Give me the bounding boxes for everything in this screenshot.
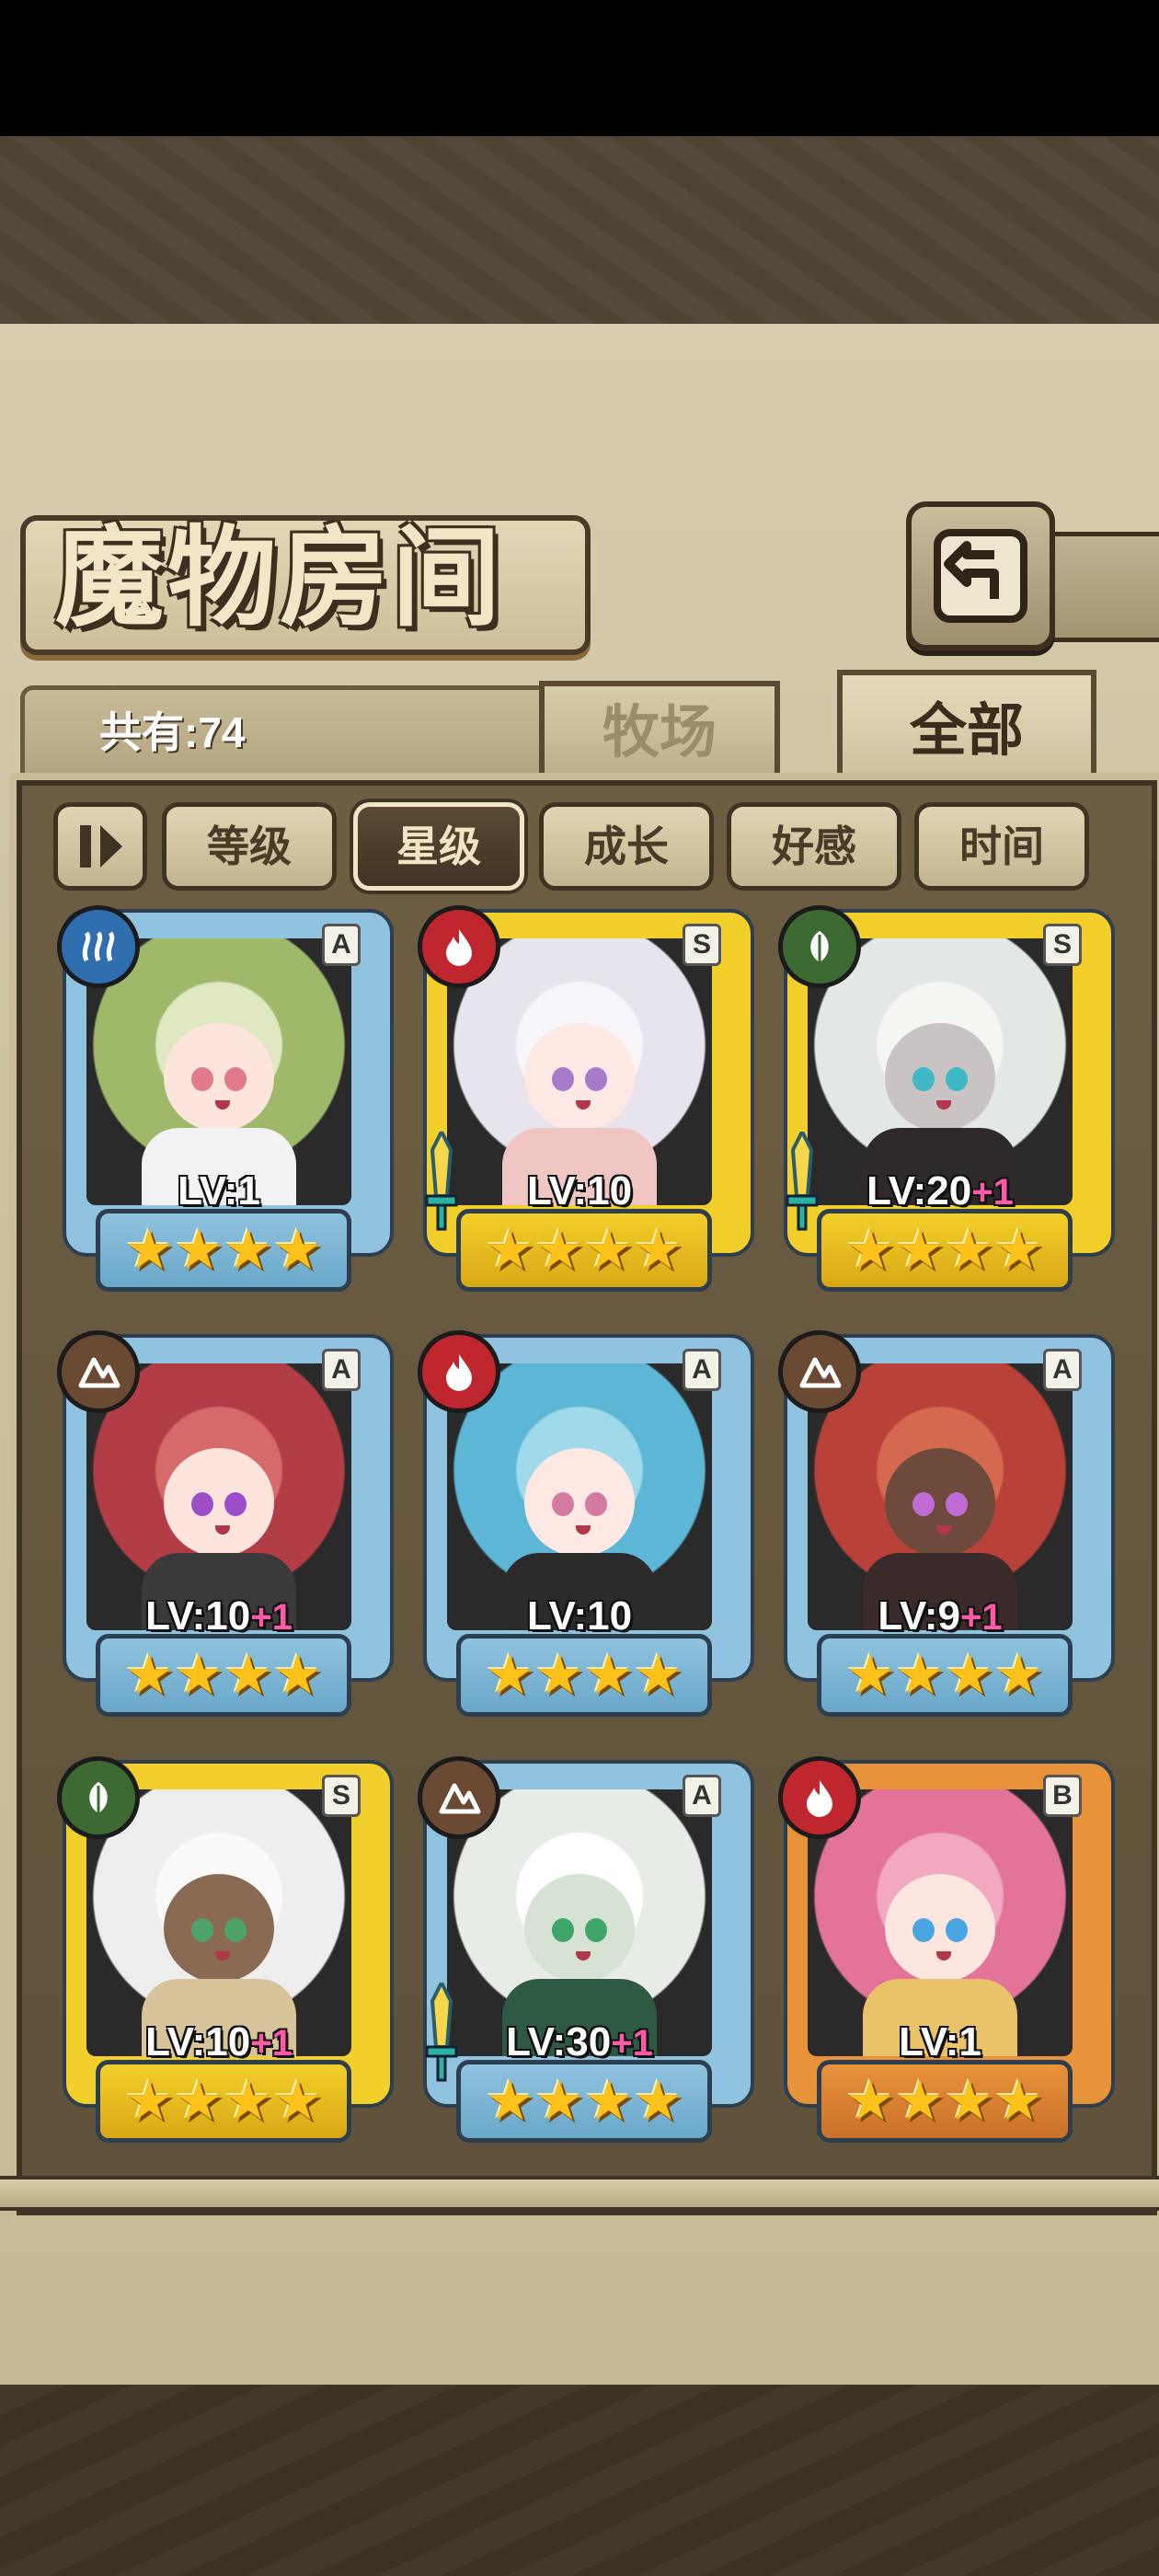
back-arrow-icon	[934, 529, 1027, 623]
rank-badge: A	[1043, 1349, 1082, 1391]
level-label: LV:10+1	[145, 1593, 293, 1639]
star-rating: ★★★★	[817, 1209, 1073, 1292]
fire-element-icon	[778, 1756, 861, 1839]
fire-element-icon	[418, 1330, 500, 1413]
rank-badge: S	[683, 924, 721, 966]
leaf-element-icon	[57, 1756, 140, 1839]
filter-affection[interactable]: 好感	[727, 802, 901, 891]
level-label: LV:30+1	[506, 2019, 653, 2064]
monster-card[interactable]: S LV:10 ★★★★	[414, 902, 751, 1297]
monster-card[interactable]: A LV:9+1 ★★★★	[775, 1327, 1111, 1722]
filter-growth[interactable]: 成长	[539, 802, 714, 891]
rank-badge: S	[322, 1775, 361, 1817]
water-element-icon	[57, 905, 140, 988]
earth-element-icon	[57, 1330, 140, 1413]
star-rating: ★★★★	[817, 1634, 1073, 1717]
star-rating: ★★★★	[96, 2060, 351, 2143]
leaf-element-icon	[778, 905, 861, 988]
rank-badge: A	[322, 924, 361, 966]
monster-portrait	[808, 1363, 1073, 1630]
level-label: LV:1	[178, 1168, 260, 1213]
star-rating: ★★★★	[96, 1209, 351, 1292]
star-rating: ★★★★	[456, 1634, 712, 1717]
rank-badge: S	[1043, 924, 1082, 966]
map-background-bottom	[0, 2383, 1159, 2576]
star-rating: ★★★★	[96, 1634, 351, 1717]
filter-level[interactable]: 等级	[162, 802, 337, 891]
back-button[interactable]	[906, 501, 1055, 650]
level-label: LV:10	[526, 1168, 633, 1213]
filter-stars[interactable]: 星级	[353, 802, 524, 891]
monster-card[interactable]: A LV:30+1 ★★★★	[414, 1753, 751, 2148]
monster-portrait	[447, 938, 712, 1205]
tab-all[interactable]: 全部	[837, 670, 1096, 778]
star-rating: ★★★★	[817, 2060, 1073, 2143]
earth-element-icon	[778, 1330, 861, 1413]
monster-portrait	[86, 1363, 351, 1630]
monster-card[interactable]: A LV:1 ★★★★	[53, 902, 390, 1297]
page-title: 魔物房间	[55, 513, 505, 641]
rank-badge: A	[322, 1349, 361, 1391]
star-rating: ★★★★	[456, 2060, 712, 2143]
rank-badge: A	[683, 1349, 721, 1391]
fire-element-icon	[418, 905, 500, 988]
rank-badge: B	[1043, 1775, 1082, 1817]
monster-card[interactable]: A LV:10 ★★★★	[414, 1327, 751, 1722]
monster-card[interactable]: S LV:20+1 ★★★★	[775, 902, 1111, 1297]
monster-portrait	[808, 938, 1073, 1205]
tab-ranch[interactable]: 牧场	[539, 681, 780, 778]
monster-portrait	[447, 1363, 712, 1630]
status-bar-area	[0, 0, 1159, 136]
monster-card[interactable]: A LV:10+1 ★★★★	[53, 1327, 390, 1722]
filter-time[interactable]: 时间	[914, 802, 1089, 891]
monster-portrait	[447, 1789, 712, 2056]
monster-card[interactable]: S LV:10+1 ★★★★	[53, 1753, 390, 2148]
level-label: LV:1	[899, 2019, 981, 2064]
star-rating: ★★★★	[456, 1209, 712, 1292]
monster-portrait	[808, 1789, 1073, 2056]
level-label: LV:10+1	[145, 2019, 293, 2064]
monster-portrait	[86, 938, 351, 1205]
panel-bottom-rail	[0, 2176, 1159, 2211]
level-label: LV:20+1	[866, 1168, 1014, 1213]
pause-icon	[80, 825, 122, 868]
monster-card[interactable]: B LV:1 ★★★★	[775, 1753, 1111, 2148]
monster-count: 共有:74	[99, 708, 246, 756]
level-label: LV:9+1	[878, 1593, 1003, 1639]
level-label: LV:10	[526, 1593, 633, 1639]
earth-element-icon	[418, 1756, 500, 1839]
rank-badge: A	[683, 1775, 721, 1817]
sort-order-toggle[interactable]	[53, 802, 147, 891]
monster-portrait	[86, 1789, 351, 2056]
